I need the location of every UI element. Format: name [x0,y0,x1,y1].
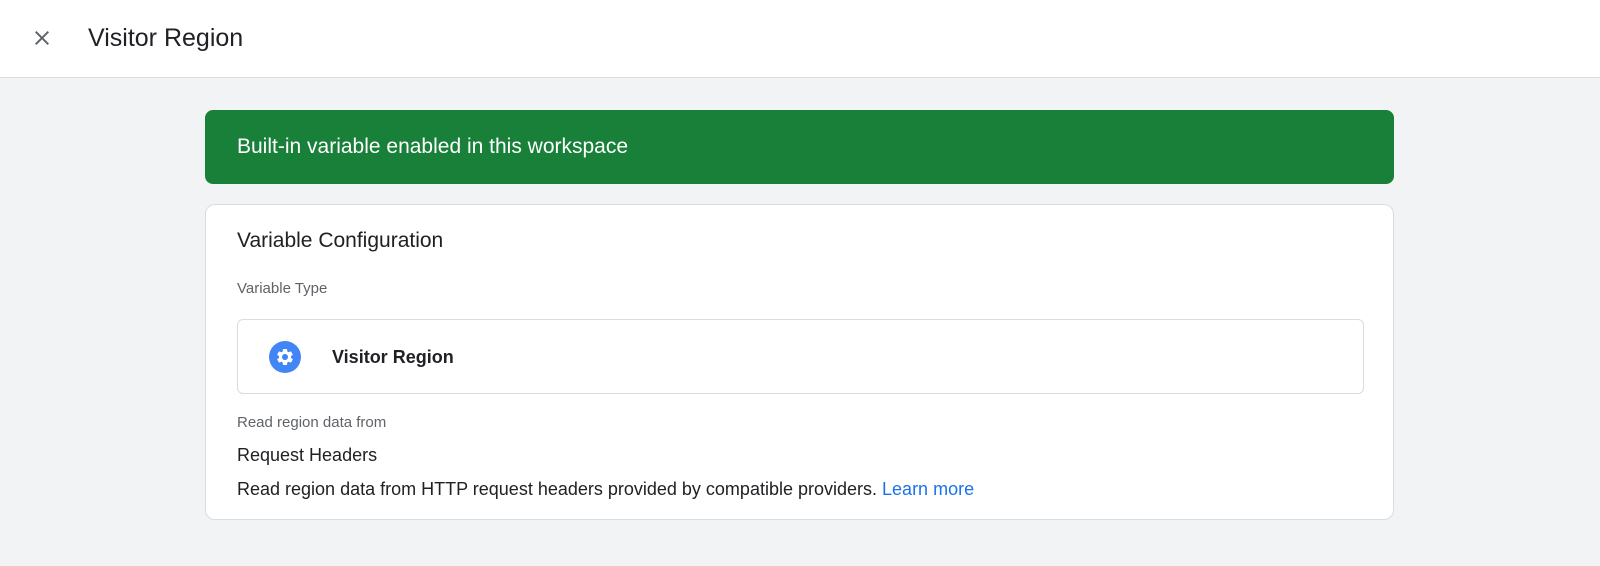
description-line: Read region data from HTTP request heade… [237,477,974,501]
status-banner: Built-in variable enabled in this worksp… [205,110,1394,184]
top-bar: Visitor Region [0,0,1600,78]
variable-type-name: Visitor Region [332,347,454,367]
page-title: Visitor Region [88,24,244,52]
variable-type-selector[interactable]: Visitor Region [237,319,1364,394]
description-text: Read region data from HTTP request heade… [237,479,878,499]
read-from-label: Read region data from [237,414,387,431]
card-title: Variable Configuration [237,229,444,252]
close-icon [35,31,49,45]
close-button[interactable] [22,18,62,58]
read-from-value: Request Headers [237,445,378,465]
variable-type-label: Variable Type [237,280,328,297]
variable-configuration-card: Variable Configuration Variable Type Vis… [205,204,1394,520]
learn-more-link[interactable]: Learn more [882,479,974,499]
gear-icon [269,341,301,373]
